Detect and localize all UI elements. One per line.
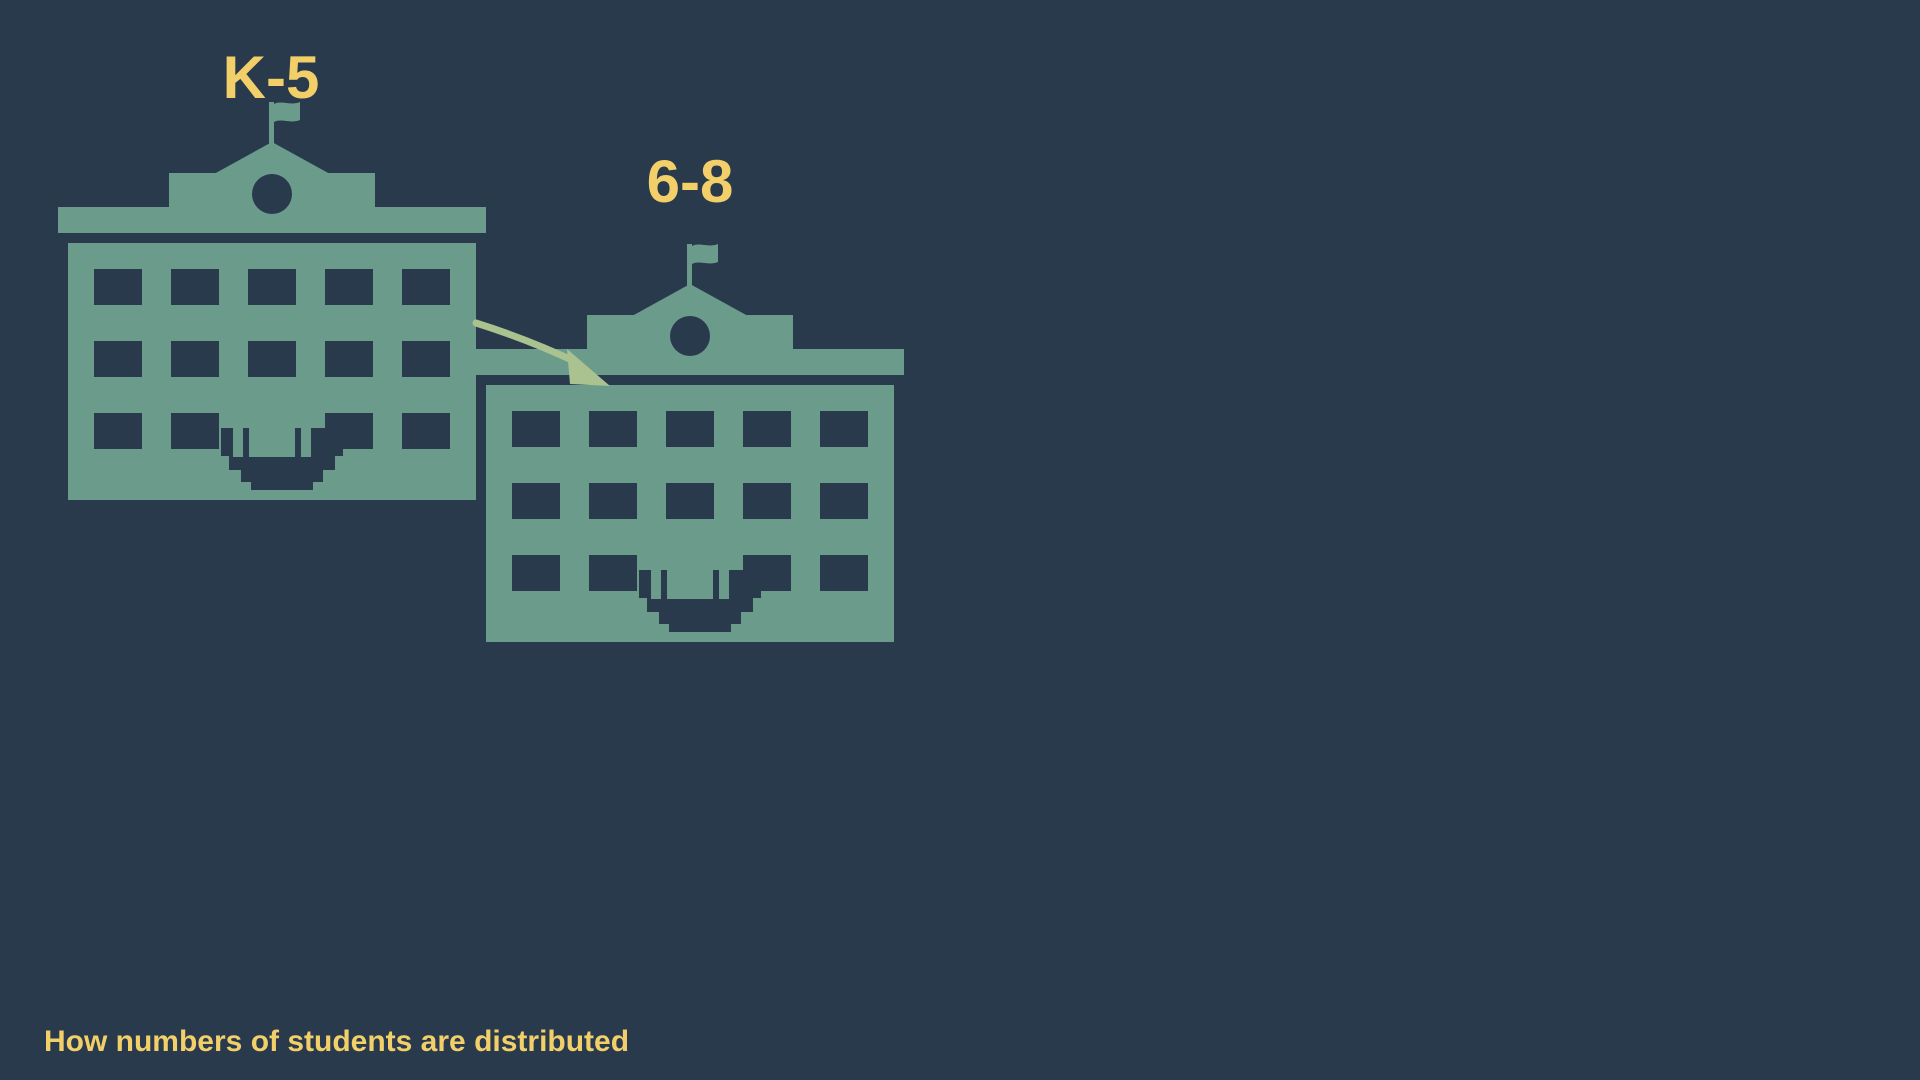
school-label-6-8: 6-8 [646,148,734,215]
caption: How numbers of students are distributed [44,1025,630,1058]
school-building-icon [58,102,486,500]
diagram-canvas: K-5 6-8 How numbers of students are dist… [0,0,1920,1080]
school-label-k5: K-5 [222,44,320,111]
school-building-icon [476,244,904,642]
